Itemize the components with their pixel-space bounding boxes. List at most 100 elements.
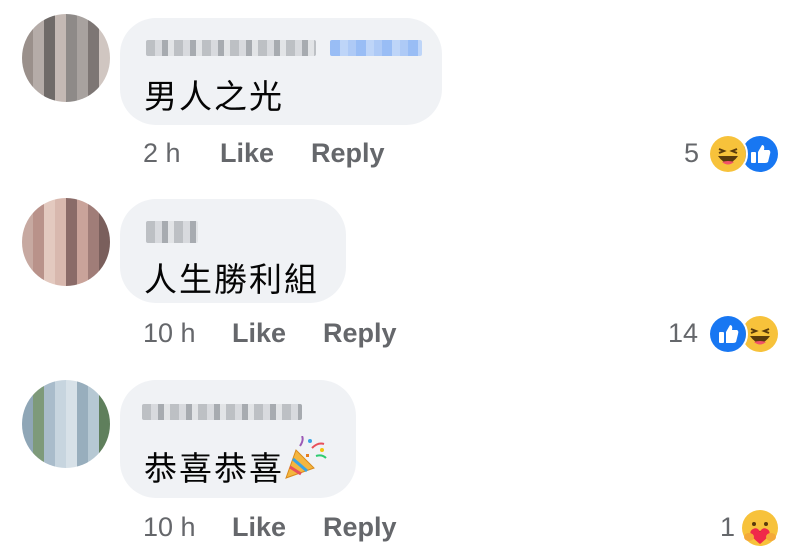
avatar-pixel bbox=[44, 231, 55, 242]
avatar-pixel bbox=[77, 58, 88, 69]
like-button[interactable]: Like bbox=[220, 138, 274, 169]
avatar-pixel bbox=[44, 457, 55, 468]
comment-time[interactable]: 2 h bbox=[143, 138, 181, 169]
avatar-pixel bbox=[88, 457, 99, 468]
avatar-pixel bbox=[44, 413, 55, 424]
commenter-name-blurred[interactable] bbox=[146, 40, 316, 56]
tagged-name-blurred[interactable] bbox=[330, 40, 422, 56]
like-button[interactable]: Like bbox=[232, 318, 286, 349]
avatar-pixel bbox=[44, 47, 55, 58]
avatar-pixel bbox=[77, 264, 88, 275]
reply-button[interactable]: Reply bbox=[311, 138, 385, 169]
avatar-pixel bbox=[88, 264, 99, 275]
avatar-pixel bbox=[44, 25, 55, 36]
avatar-pixel bbox=[66, 209, 77, 220]
avatar-pixel bbox=[44, 391, 55, 402]
avatar-pixel bbox=[33, 380, 44, 391]
reaction-count[interactable]: 14 bbox=[668, 318, 698, 349]
avatar-pixel bbox=[33, 253, 44, 264]
avatar-pixel bbox=[55, 91, 66, 102]
avatar-pixel bbox=[33, 402, 44, 413]
avatar-pixel bbox=[99, 435, 110, 446]
avatar-pixel bbox=[77, 446, 88, 457]
avatar-pixel bbox=[88, 413, 99, 424]
avatar-pixel bbox=[33, 435, 44, 446]
avatar-pixel bbox=[88, 220, 99, 231]
avatar-pixel bbox=[44, 220, 55, 231]
avatar-pixel bbox=[77, 209, 88, 220]
avatar-pixel bbox=[44, 446, 55, 457]
comment-time[interactable]: 10 h bbox=[143, 318, 196, 349]
avatar-pixel bbox=[33, 220, 44, 231]
avatar-pixel bbox=[99, 275, 110, 286]
avatar-pixel bbox=[88, 231, 99, 242]
avatar[interactable] bbox=[22, 198, 110, 286]
commenter-name-blurred[interactable] bbox=[146, 221, 198, 243]
avatar-pixel bbox=[77, 413, 88, 424]
avatar-pixel bbox=[44, 253, 55, 264]
avatar-pixel bbox=[66, 391, 77, 402]
avatar-pixel bbox=[33, 446, 44, 457]
avatar-pixel bbox=[88, 198, 99, 209]
reaction-count[interactable]: 5 bbox=[684, 138, 699, 169]
avatar-pixel bbox=[55, 14, 66, 25]
avatar-pixel bbox=[77, 69, 88, 80]
avatar-pixel bbox=[22, 242, 33, 253]
like-button[interactable]: Like bbox=[232, 512, 286, 543]
avatar-pixel bbox=[66, 457, 77, 468]
avatar-pixel bbox=[99, 231, 110, 242]
avatar-pixel bbox=[55, 220, 66, 231]
avatar-pixel bbox=[44, 198, 55, 209]
avatar-pixel bbox=[55, 198, 66, 209]
avatar-pixel bbox=[55, 413, 66, 424]
avatar-pixel bbox=[44, 424, 55, 435]
avatar-pixel bbox=[33, 264, 44, 275]
avatar-pixel bbox=[66, 424, 77, 435]
avatar-pixel bbox=[22, 220, 33, 231]
comment-text: 人生勝利組 bbox=[144, 260, 319, 299]
avatar-pixel bbox=[44, 435, 55, 446]
comment-time[interactable]: 10 h bbox=[143, 512, 196, 543]
avatar-pixel bbox=[66, 435, 77, 446]
avatar-pixel bbox=[88, 69, 99, 80]
avatar-pixel bbox=[44, 58, 55, 69]
avatar-pixel bbox=[99, 242, 110, 253]
reply-button[interactable]: Reply bbox=[323, 318, 397, 349]
avatar-pixel bbox=[55, 253, 66, 264]
avatar-pixel bbox=[55, 80, 66, 91]
avatar-pixel bbox=[55, 457, 66, 468]
avatar-pixel bbox=[44, 402, 55, 413]
avatar-pixel bbox=[66, 242, 77, 253]
avatar-pixel bbox=[22, 253, 33, 264]
avatar-pixel bbox=[88, 391, 99, 402]
avatar-pixel bbox=[55, 69, 66, 80]
care-icon[interactable] bbox=[740, 508, 780, 548]
avatar-pixel bbox=[55, 58, 66, 69]
avatar-pixel bbox=[55, 25, 66, 36]
commenter-name-blurred[interactable] bbox=[142, 404, 302, 420]
avatar-pixel bbox=[33, 91, 44, 102]
haha-icon[interactable] bbox=[708, 134, 748, 174]
avatar-pixel bbox=[55, 209, 66, 220]
avatar-pixel bbox=[22, 264, 33, 275]
avatar-pixel bbox=[88, 446, 99, 457]
reaction-count[interactable]: 1 bbox=[720, 512, 735, 543]
avatar-pixel bbox=[33, 25, 44, 36]
avatar-pixel bbox=[55, 402, 66, 413]
like-icon[interactable] bbox=[708, 314, 748, 354]
avatar-pixel bbox=[77, 253, 88, 264]
avatar-pixel bbox=[99, 47, 110, 58]
avatar-pixel bbox=[55, 242, 66, 253]
reply-button[interactable]: Reply bbox=[323, 512, 397, 543]
avatar-pixel bbox=[99, 36, 110, 47]
avatar-pixel bbox=[66, 36, 77, 47]
avatar-pixel bbox=[66, 380, 77, 391]
avatar-pixel bbox=[99, 457, 110, 468]
avatar[interactable] bbox=[22, 380, 110, 468]
avatar-pixel bbox=[66, 220, 77, 231]
avatar-pixel bbox=[66, 446, 77, 457]
avatar-pixel bbox=[66, 80, 77, 91]
avatar[interactable] bbox=[22, 14, 110, 102]
avatar-pixel bbox=[77, 242, 88, 253]
avatar-pixel bbox=[22, 25, 33, 36]
